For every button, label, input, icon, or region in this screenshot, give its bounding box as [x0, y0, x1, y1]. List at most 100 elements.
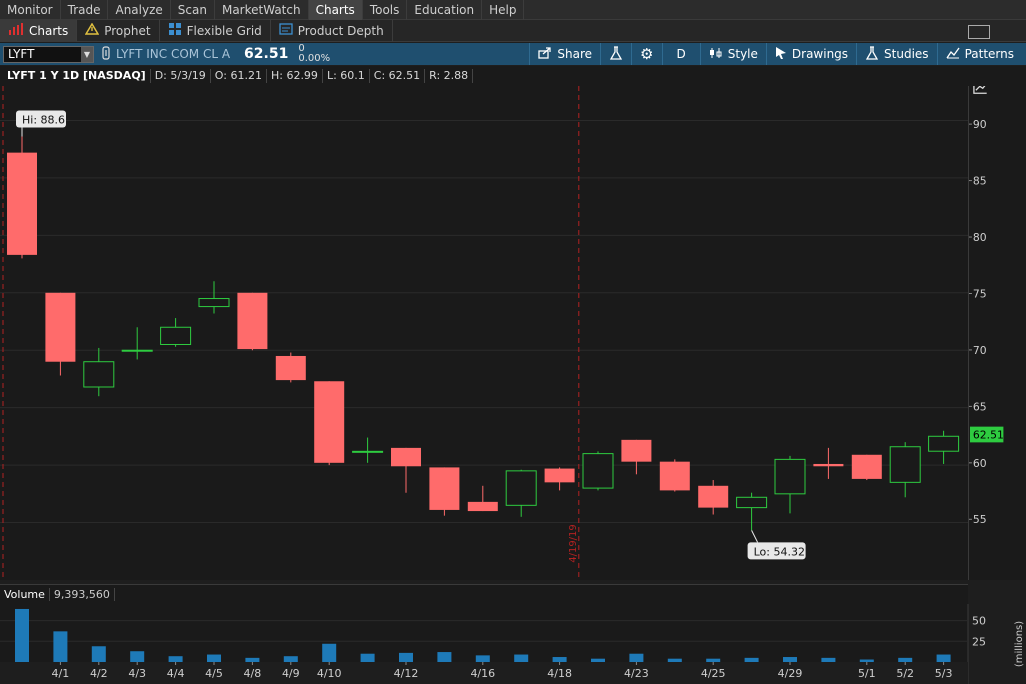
volume-label: Volume — [0, 588, 50, 601]
candle-body — [160, 326, 192, 345]
style-icon — [709, 47, 723, 62]
volume-bar — [936, 654, 951, 662]
volume-bar — [514, 654, 529, 662]
volume-value: 9,393,560 — [50, 588, 115, 601]
style-label: Style — [727, 47, 758, 61]
volume-bar — [744, 657, 759, 662]
volume-bar — [859, 659, 874, 662]
menu-trade[interactable]: Trade — [61, 0, 109, 20]
candle-body — [851, 454, 882, 479]
subtab-prophet-label: Prophet — [104, 23, 151, 38]
candle-body — [429, 467, 460, 510]
y-tick-label: 70 — [973, 344, 987, 357]
volume-bar — [245, 657, 260, 662]
last-price: 62.51 — [244, 46, 289, 62]
flask-button[interactable] — [600, 43, 631, 65]
volume-bar — [783, 657, 797, 662]
x-tick-label: 4/8 — [244, 667, 262, 680]
chevron-down-icon[interactable]: ▼ — [81, 46, 93, 62]
patterns-icon — [946, 47, 960, 62]
studies-button[interactable]: Studies — [856, 43, 937, 65]
y-tick-label: 80 — [973, 231, 987, 244]
flask-icon — [609, 45, 623, 63]
price-axis[interactable]: 55 60 65 70 75 80 85 90 62.51 — [968, 86, 1026, 580]
high-callout-label: Hi: 88.6 — [22, 114, 65, 127]
net-change: 0 0.00% — [298, 44, 330, 64]
volume-bar — [821, 657, 836, 662]
chart-title: LYFT 1 Y 1D [NASDAQ] — [3, 69, 151, 83]
event-label: 4/19/19 — [568, 524, 579, 563]
style-button[interactable]: Style — [699, 43, 766, 65]
settings-button[interactable]: ⚙ — [631, 43, 661, 65]
price-chart[interactable]: 4/19/19 Hi: 88.6 Lo: 54.32 — [0, 86, 968, 580]
symbol-input[interactable]: LYFT ▼ — [3, 45, 94, 63]
volume-header: Volume 9,393,560 — [0, 584, 968, 604]
x-tick-label: 4/12 — [394, 667, 419, 680]
info-range: R: 2.88 — [425, 69, 474, 83]
low-callout-pointer — [751, 530, 759, 543]
patterns-label: Patterns — [964, 47, 1014, 61]
candle-body — [198, 298, 230, 308]
x-tick-label: 4/5 — [205, 667, 223, 680]
window-layout-icon[interactable] — [968, 25, 990, 39]
y-tick-label: 90 — [973, 118, 987, 131]
x-tick-label: 4/1 — [52, 667, 70, 680]
subtab-flexible-grid[interactable]: Flexible Grid — [160, 19, 271, 42]
menu-help[interactable]: Help — [482, 0, 525, 20]
x-tick-label: 5/3 — [935, 667, 953, 680]
candle-body — [736, 496, 768, 509]
x-tick-label: 4/25 — [701, 667, 726, 680]
menu-marketwatch[interactable]: MarketWatch — [215, 0, 309, 20]
last-price-marker-label: 62.51 — [973, 428, 1004, 441]
share-button[interactable]: Share — [529, 43, 600, 65]
volume-bar — [629, 653, 644, 662]
volume-bar — [552, 657, 567, 662]
candle-body — [467, 501, 498, 512]
y-tick-label: 75 — [973, 287, 987, 300]
warning-triangle-icon — [84, 22, 100, 38]
volume-bar — [475, 655, 490, 662]
candle-body — [659, 461, 690, 491]
menu-monitor[interactable]: Monitor — [0, 0, 61, 20]
info-low: L: 60.1 — [323, 69, 370, 83]
link-icon[interactable] — [102, 45, 110, 63]
drawings-label: Drawings — [791, 47, 849, 61]
subtab-charts-label: Charts — [29, 23, 69, 38]
volume-bar — [399, 652, 413, 662]
volume-bar — [360, 653, 375, 662]
subtab-product-depth[interactable]: Product Depth — [271, 19, 393, 42]
volume-tick-label: 25 — [972, 635, 986, 648]
volume-bar — [130, 651, 145, 662]
candle-body — [45, 292, 76, 362]
volume-unit-label: (millions) — [1014, 621, 1025, 667]
info-high: H: 62.99 — [267, 69, 323, 83]
charts-subbar: Charts Prophet Flexible Grid Product Dep… — [0, 19, 1026, 42]
volume-bar — [168, 656, 183, 662]
candle-body — [928, 435, 960, 452]
subtab-prophet[interactable]: Prophet — [77, 19, 160, 42]
menu-analyze[interactable]: Analyze — [108, 0, 171, 20]
drawings-button[interactable]: Drawings — [765, 43, 856, 65]
volume-bar — [898, 657, 913, 662]
aggregation-button[interactable]: D — [661, 43, 700, 65]
menu-tools[interactable]: Tools — [363, 0, 408, 20]
gear-icon: ⚙ — [640, 44, 654, 63]
pattern-scan-icon — [973, 86, 987, 94]
x-tick-label: 4/2 — [90, 667, 108, 680]
x-tick-label: 4/29 — [778, 667, 803, 680]
candle-body — [83, 361, 115, 388]
info-open: O: 61.21 — [211, 69, 267, 83]
volume-chart[interactable]: 25 50 (millions) 4/1 4/2 4/3 4/4 4/5 4/8 4/9 4/10 4… — [0, 604, 1026, 684]
subtab-charts[interactable]: Charts — [0, 19, 78, 42]
net-change-percent: 0.00% — [298, 53, 331, 64]
menu-education[interactable]: Education — [407, 0, 483, 20]
menu-scan[interactable]: Scan — [171, 0, 215, 20]
menu-charts[interactable]: Charts — [308, 0, 363, 20]
volume-panel-bg — [0, 604, 968, 662]
volume-bar — [322, 643, 337, 662]
info-date: D: 5/3/19 — [151, 69, 211, 83]
patterns-button[interactable]: Patterns — [936, 43, 1026, 65]
candle-body — [275, 355, 306, 381]
subtab-product-depth-label: Product Depth — [297, 23, 384, 38]
volume-bar — [591, 658, 605, 662]
